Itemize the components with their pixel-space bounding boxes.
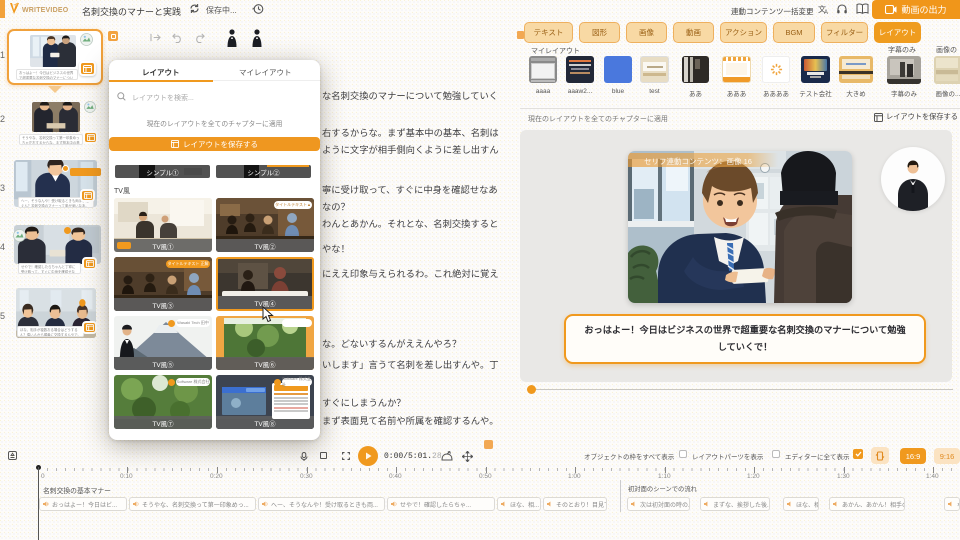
svg-text:WRITEVIDEO: WRITEVIDEO: [22, 7, 69, 14]
svg-text:A: A: [824, 10, 828, 15]
svg-text:セリフ連動コンテンツ：画像 16: セリフ連動コンテンツ：画像 16: [644, 156, 752, 166]
